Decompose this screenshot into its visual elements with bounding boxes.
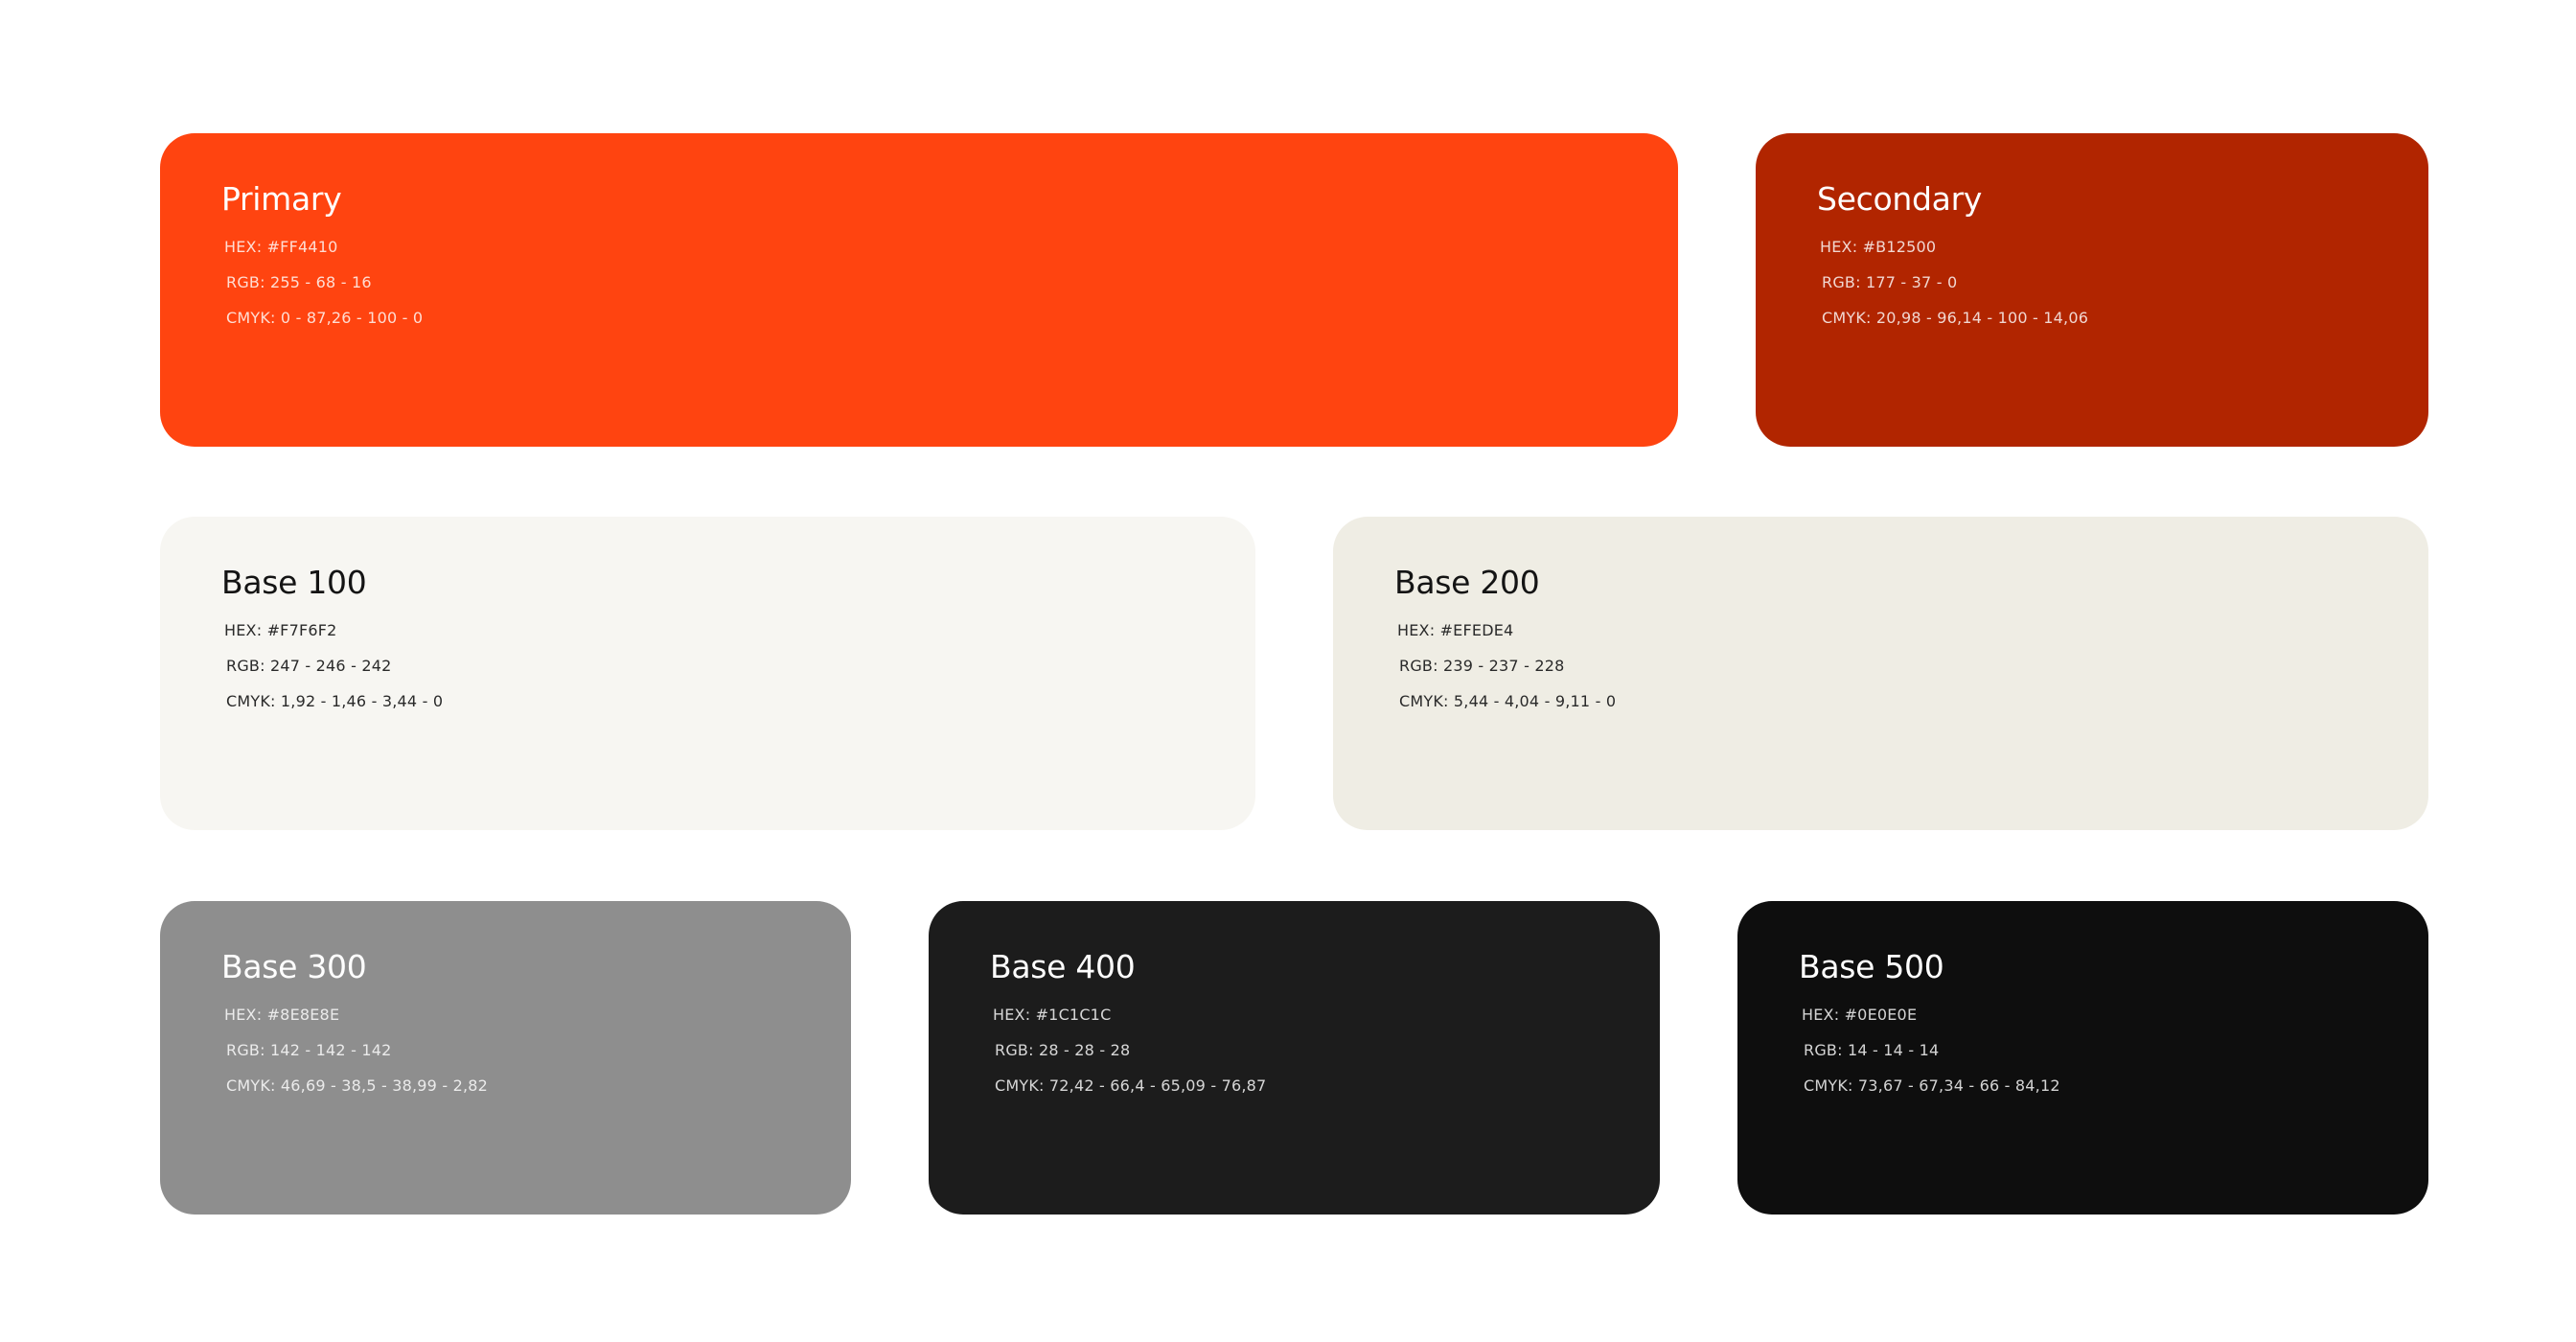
swatch-name: Base 400 <box>990 948 1136 985</box>
swatch-name: Base 200 <box>1394 564 1540 601</box>
swatch-hex: HEX: #EFEDE4 <box>1397 621 1514 639</box>
swatch-primary: Primary HEX: #FF4410 RGB: 255 - 68 - 16 … <box>160 133 1678 447</box>
swatch-rgb: RGB: 142 - 142 - 142 <box>226 1041 392 1059</box>
swatch-rgb: RGB: 247 - 246 - 242 <box>226 657 392 675</box>
swatch-rgb: RGB: 14 - 14 - 14 <box>1804 1041 1940 1059</box>
swatch-hex: HEX: #F7F6F2 <box>224 621 337 639</box>
swatch-cmyk: CMYK: 72,42 - 66,4 - 65,09 - 76,87 <box>995 1076 1267 1095</box>
swatch-cmyk: CMYK: 5,44 - 4,04 - 9,11 - 0 <box>1399 692 1617 710</box>
swatch-name: Base 100 <box>221 564 367 601</box>
swatch-rgb: RGB: 255 - 68 - 16 <box>226 273 372 291</box>
swatch-base-300: Base 300 HEX: #8E8E8E RGB: 142 - 142 - 1… <box>160 901 851 1215</box>
swatch-cmyk: CMYK: 1,92 - 1,46 - 3,44 - 0 <box>226 692 444 710</box>
swatch-base-100: Base 100 HEX: #F7F6F2 RGB: 247 - 246 - 2… <box>160 517 1255 830</box>
swatch-hex: HEX: #8E8E8E <box>224 1006 340 1024</box>
swatch-rgb: RGB: 177 - 37 - 0 <box>1822 273 1958 291</box>
swatch-name: Primary <box>221 180 342 218</box>
swatch-hex: HEX: #FF4410 <box>224 238 338 256</box>
swatch-hex: HEX: #B12500 <box>1820 238 1937 256</box>
swatch-cmyk: CMYK: 0 - 87,26 - 100 - 0 <box>226 309 424 327</box>
swatch-name: Secondary <box>1817 180 1983 218</box>
swatch-name: Base 300 <box>221 948 367 985</box>
swatch-cmyk: CMYK: 73,67 - 67,34 - 66 - 84,12 <box>1804 1076 2060 1095</box>
swatch-hex: HEX: #1C1C1C <box>993 1006 1112 1024</box>
swatch-hex: HEX: #0E0E0E <box>1802 1006 1918 1024</box>
swatch-base-500: Base 500 HEX: #0E0E0E RGB: 14 - 14 - 14 … <box>1737 901 2428 1215</box>
swatch-cmyk: CMYK: 46,69 - 38,5 - 38,99 - 2,82 <box>226 1076 489 1095</box>
swatch-name: Base 500 <box>1799 948 1944 985</box>
swatch-rgb: RGB: 239 - 237 - 228 <box>1399 657 1565 675</box>
swatch-rgb: RGB: 28 - 28 - 28 <box>995 1041 1131 1059</box>
swatch-secondary: Secondary HEX: #B12500 RGB: 177 - 37 - 0… <box>1756 133 2428 447</box>
swatch-cmyk: CMYK: 20,98 - 96,14 - 100 - 14,06 <box>1822 309 2089 327</box>
swatch-base-200: Base 200 HEX: #EFEDE4 RGB: 239 - 237 - 2… <box>1333 517 2428 830</box>
swatch-base-400: Base 400 HEX: #1C1C1C RGB: 28 - 28 - 28 … <box>929 901 1660 1215</box>
